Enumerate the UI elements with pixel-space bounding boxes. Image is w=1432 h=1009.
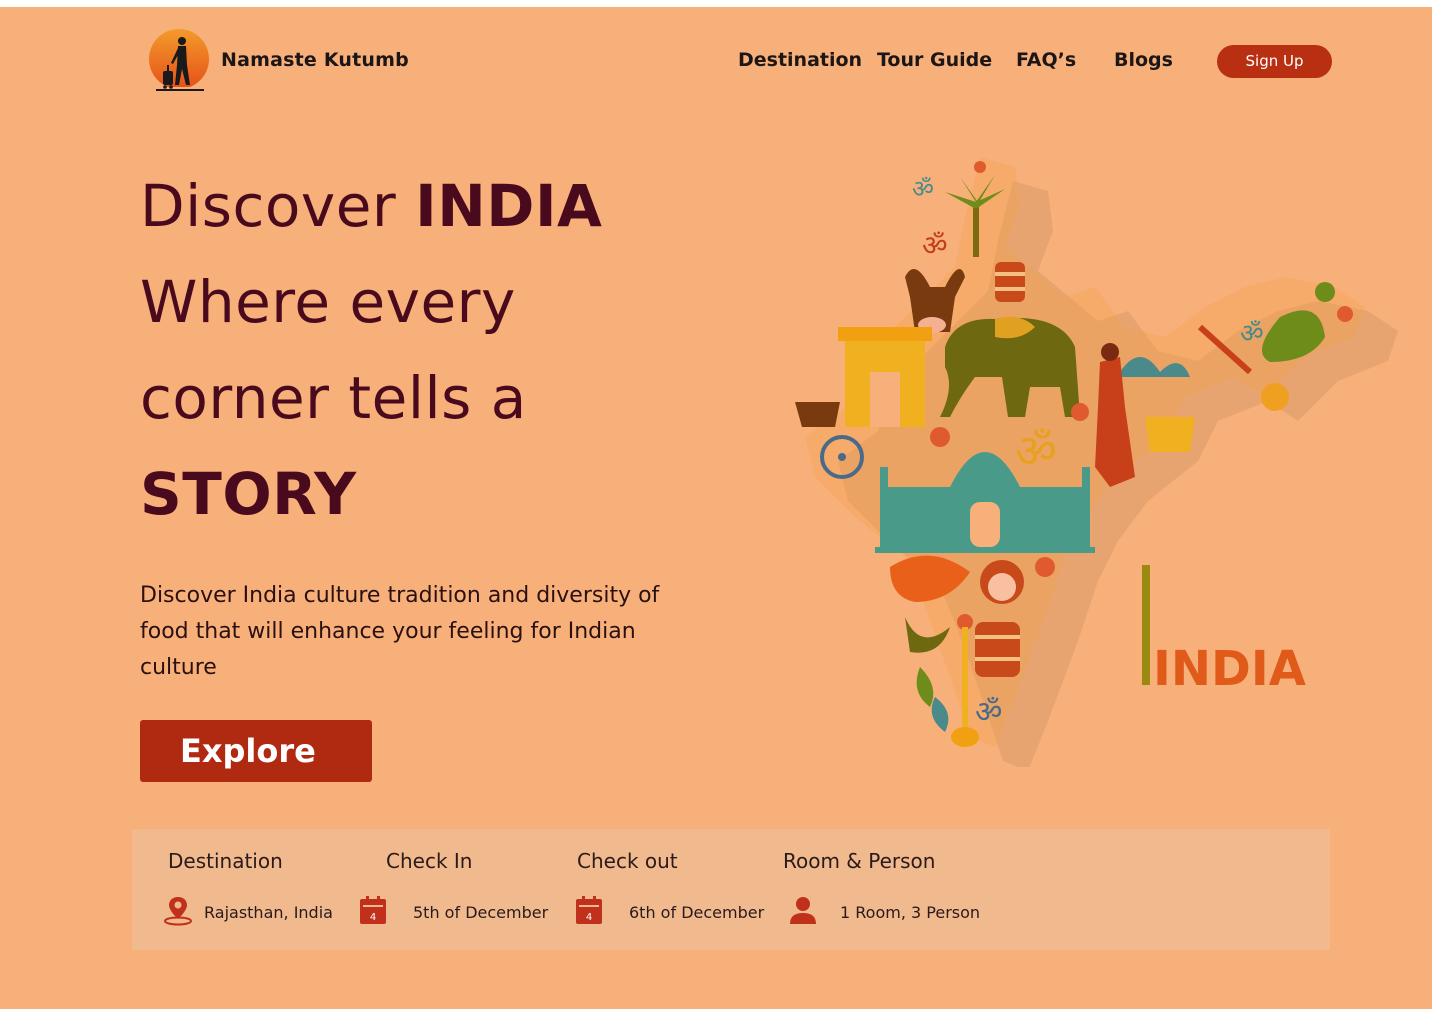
checkout-calendar-day: 4 bbox=[586, 912, 592, 923]
sign-up-button[interactable]: Sign Up bbox=[1217, 45, 1332, 78]
checkin-calendar-day: 4 bbox=[370, 912, 376, 923]
room-person-label: Room & Person bbox=[783, 849, 936, 873]
hero-line-3: corner tells a bbox=[140, 364, 527, 432]
svg-text:ॐ: ॐ bbox=[912, 175, 934, 203]
calendar-icon[interactable]: 4 bbox=[574, 894, 606, 926]
svg-text:ॐ: ॐ bbox=[975, 695, 1002, 730]
explore-button[interactable]: Explore bbox=[140, 720, 372, 782]
destination-label: Destination bbox=[168, 849, 283, 873]
nav-blogs[interactable]: Blogs bbox=[1114, 49, 1173, 71]
hero-line-2: Where every bbox=[140, 268, 516, 336]
hero-india: INDIA bbox=[415, 172, 603, 240]
india-culture-map-illustration: ॐ ॐ ॐ ॐ ॐ INDIA bbox=[795, 157, 1398, 767]
hero-story: STORY bbox=[140, 460, 357, 528]
svg-text:ॐ: ॐ bbox=[922, 229, 948, 262]
destination-value[interactable]: Rajasthan, India bbox=[204, 903, 333, 922]
nav-destination[interactable]: Destination bbox=[738, 49, 862, 71]
checkout-label: Check out bbox=[577, 849, 678, 873]
traveler-sunset-logo-icon[interactable] bbox=[148, 27, 210, 95]
booking-bar: Destination Check In Check out Room & Pe… bbox=[132, 829, 1330, 950]
hero-discover: Discover bbox=[140, 172, 416, 240]
checkin-label: Check In bbox=[386, 849, 473, 873]
hero-line-1: Discover INDIA bbox=[140, 171, 602, 241]
nav-faqs[interactable]: FAQ’s bbox=[1016, 49, 1076, 71]
nav-tour-guide[interactable]: Tour Guide bbox=[877, 49, 992, 71]
hero-description: Discover India culture tradition and div… bbox=[140, 583, 660, 680]
svg-text:ॐ: ॐ bbox=[1240, 319, 1264, 349]
india-map-label: INDIA bbox=[1153, 641, 1306, 697]
location-pin-icon[interactable] bbox=[162, 894, 194, 926]
room-person-value[interactable]: 1 Room, 3 Person bbox=[840, 903, 980, 922]
calendar-icon[interactable]: 4 bbox=[358, 894, 390, 926]
landing-page: Namaste Kutumb Destination Tour Guide FA… bbox=[0, 7, 1432, 1009]
hero-line-4: STORY bbox=[140, 459, 357, 529]
person-icon[interactable] bbox=[787, 894, 819, 926]
checkout-value[interactable]: 6th of December bbox=[629, 903, 764, 922]
brand-name[interactable]: Namaste Kutumb bbox=[221, 49, 409, 71]
checkin-value[interactable]: 5th of December bbox=[413, 903, 548, 922]
svg-text:ॐ: ॐ bbox=[1015, 424, 1057, 478]
